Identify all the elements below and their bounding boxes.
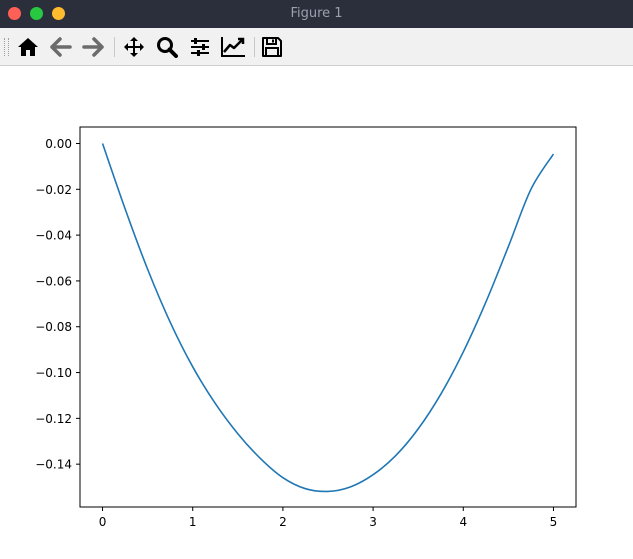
edit-axis-icon xyxy=(221,37,245,57)
edit-axis-button[interactable] xyxy=(220,34,246,60)
x-tick-label: 2 xyxy=(279,515,287,529)
configure-subplots-button[interactable] xyxy=(187,34,213,60)
x-tick-label: 0 xyxy=(99,515,107,529)
y-tick-label: −0.08 xyxy=(35,320,72,334)
toolbar-separator xyxy=(254,37,255,57)
toolbar-separator xyxy=(114,37,115,57)
forward-arrow-icon xyxy=(82,37,104,57)
back-button[interactable] xyxy=(48,34,74,60)
forward-button[interactable] xyxy=(80,34,106,60)
toolbar-grip[interactable] xyxy=(4,38,9,56)
y-tick-label: −0.10 xyxy=(35,366,72,380)
plot-area xyxy=(80,127,576,507)
back-arrow-icon xyxy=(50,37,72,57)
y-tick-label: −0.14 xyxy=(35,458,72,472)
y-tick-label: −0.12 xyxy=(35,412,72,426)
y-tick-label: −0.02 xyxy=(35,183,72,197)
y-tick-label: 0.00 xyxy=(45,137,72,151)
configure-subplots-icon xyxy=(191,38,209,56)
window-title: Figure 1 xyxy=(290,6,343,21)
pan-button[interactable] xyxy=(121,34,147,60)
x-tick-label: 3 xyxy=(369,515,377,529)
save-button[interactable] xyxy=(259,34,285,60)
save-icon xyxy=(262,37,282,57)
y-tick-label: −0.06 xyxy=(35,274,72,288)
zoom-icon xyxy=(157,37,178,58)
navigation-toolbar xyxy=(0,28,633,66)
home-icon xyxy=(18,38,38,56)
window-titlebar: Figure 1 xyxy=(0,0,633,28)
zoom-button[interactable] xyxy=(154,34,180,60)
y-tick-label: −0.04 xyxy=(35,229,72,243)
figure-canvas[interactable]: 0 1 2 3 4 5 0.00 −0.02 −0.04 −0.06 −0.08 −0.10 −0.12… xyxy=(0,66,633,555)
x-tick-label: 4 xyxy=(459,515,467,529)
home-button[interactable] xyxy=(15,34,41,60)
pan-icon xyxy=(124,37,144,57)
x-tick-label: 1 xyxy=(189,515,197,529)
line-chart[interactable]: 0 1 2 3 4 5 0.00 −0.02 −0.04 −0.06 −0.08 −0.10 −0.12… xyxy=(0,66,633,555)
x-tick-label: 5 xyxy=(550,515,558,529)
